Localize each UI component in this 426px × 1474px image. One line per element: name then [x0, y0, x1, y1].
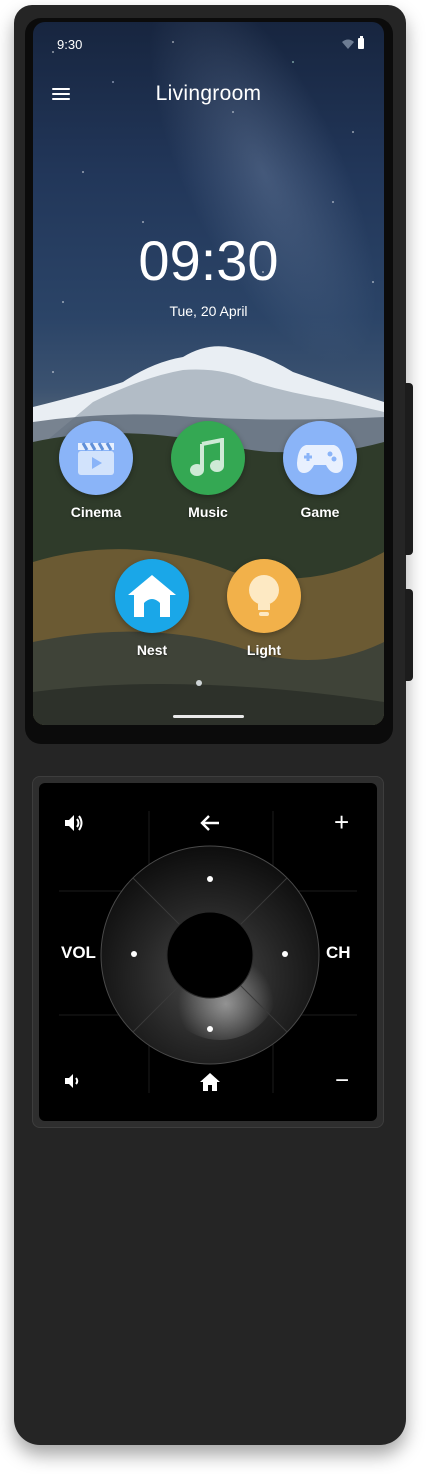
status-time: 9:30 — [57, 37, 83, 52]
app-light[interactable]: Light — [224, 559, 304, 658]
clapperboard-icon — [78, 442, 114, 475]
app-label: Music — [188, 504, 228, 520]
home-icon[interactable] — [199, 1071, 221, 1093]
side-button-upper[interactable] — [405, 383, 413, 555]
dpad-ok-button[interactable] — [179, 923, 239, 983]
game-circle — [283, 421, 357, 495]
touch-screen: 9:30 Livingroom 09:30 Tue, 20 April Cine… — [33, 22, 384, 725]
remote-pad: + VOL CH − — [39, 783, 377, 1121]
nest-circle — [115, 559, 189, 633]
music-circle — [171, 421, 245, 495]
dpad-up[interactable] — [207, 876, 213, 882]
page-dot[interactable] — [196, 680, 202, 686]
cinema-circle — [59, 421, 133, 495]
channel-up-button[interactable]: + — [334, 807, 349, 838]
app-label: Game — [300, 504, 340, 520]
battery-icon — [358, 36, 364, 49]
lightbulb-icon — [249, 575, 279, 616]
ch-label: CH — [326, 943, 351, 962]
vol-label: VOL — [61, 943, 96, 962]
clock: 09:30 — [138, 229, 279, 292]
status-icons — [342, 36, 364, 49]
gamepad-icon — [297, 445, 343, 473]
channel-down-button[interactable]: − — [335, 1067, 349, 1095]
light-circle — [227, 559, 301, 633]
room-title: Livingroom — [155, 82, 262, 105]
app-label: Cinema — [70, 504, 122, 520]
volume-up-icon[interactable] — [62, 811, 86, 835]
side-button-lower[interactable] — [405, 589, 413, 681]
home-icon — [128, 575, 176, 617]
arrow-left-icon[interactable] — [198, 811, 222, 835]
page-indicator — [196, 680, 202, 686]
app-nest[interactable]: Nest — [112, 559, 192, 658]
date: Tue, 20 April — [169, 303, 248, 319]
music-note-icon — [190, 438, 224, 476]
volume-down-icon[interactable] — [63, 1071, 83, 1091]
gesture-handle[interactable] — [173, 715, 244, 718]
wifi-icon — [342, 39, 354, 49]
app-label: Light — [246, 642, 282, 658]
app-music[interactable]: Music — [168, 421, 248, 520]
app-cinema[interactable]: Cinema — [56, 421, 136, 520]
dpad-left[interactable] — [131, 951, 137, 957]
app-game[interactable]: Game — [280, 421, 360, 520]
dpad-down[interactable] — [207, 1026, 213, 1032]
dpad-right[interactable] — [282, 951, 288, 957]
app-label: Nest — [136, 642, 168, 658]
